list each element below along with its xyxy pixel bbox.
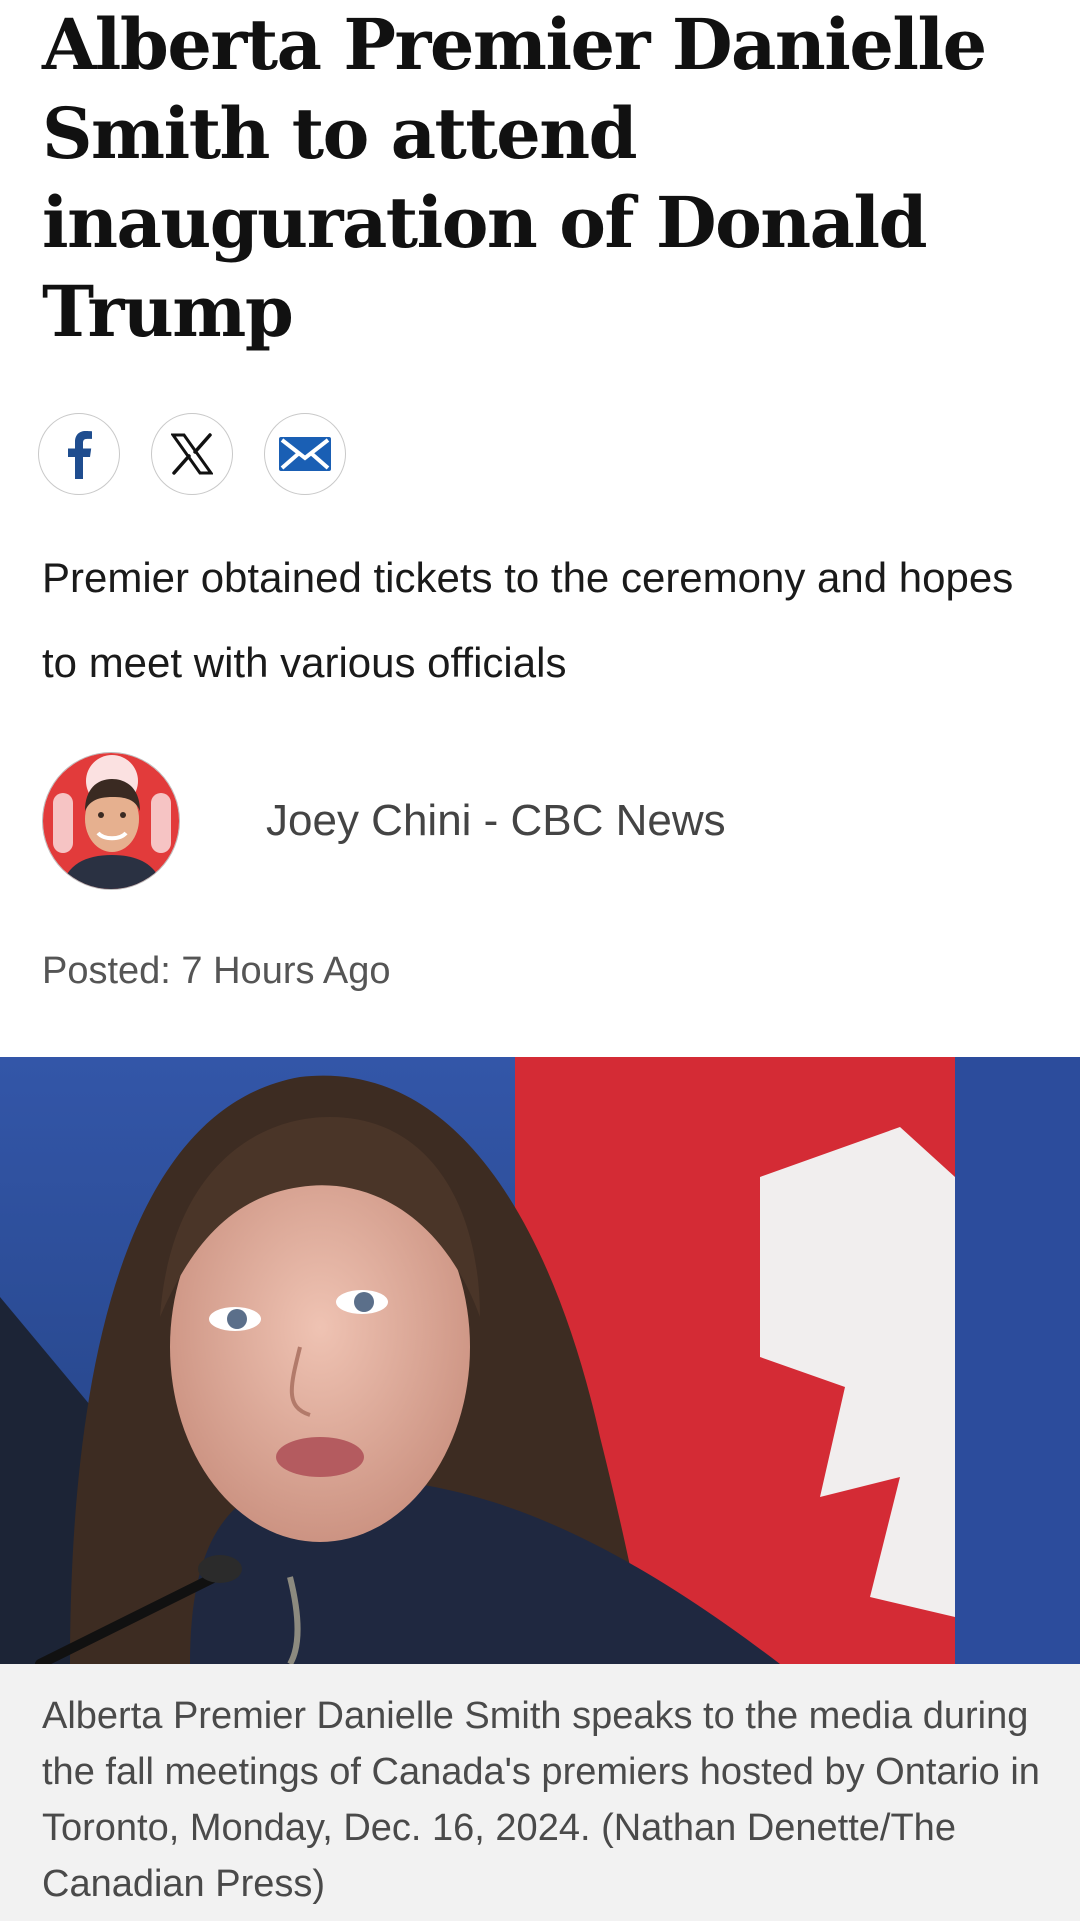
share-x-button[interactable] bbox=[151, 413, 233, 495]
email-icon bbox=[279, 437, 331, 471]
share-buttons bbox=[38, 413, 346, 495]
article-subheadline: Premier obtained tickets to the ceremony… bbox=[42, 554, 1014, 686]
posted-time: Posted: 7 Hours Ago bbox=[42, 950, 391, 992]
x-icon bbox=[171, 433, 213, 475]
author-name-link[interactable]: Joey Chini - CBC News bbox=[266, 796, 726, 846]
image-caption: Alberta Premier Danielle Smith speaks to… bbox=[42, 1695, 1040, 1905]
image-caption-box: Alberta Premier Danielle Smith speaks to… bbox=[0, 1664, 1080, 1921]
article-hero-image bbox=[0, 1057, 1080, 1664]
facebook-icon bbox=[64, 429, 94, 479]
author-avatar[interactable] bbox=[42, 752, 180, 890]
article-headline: Alberta Premier Danielle Smith to attend… bbox=[42, 3, 987, 353]
share-facebook-button[interactable] bbox=[38, 413, 120, 495]
share-email-button[interactable] bbox=[264, 413, 346, 495]
byline: Joey Chini - CBC News bbox=[42, 752, 726, 890]
